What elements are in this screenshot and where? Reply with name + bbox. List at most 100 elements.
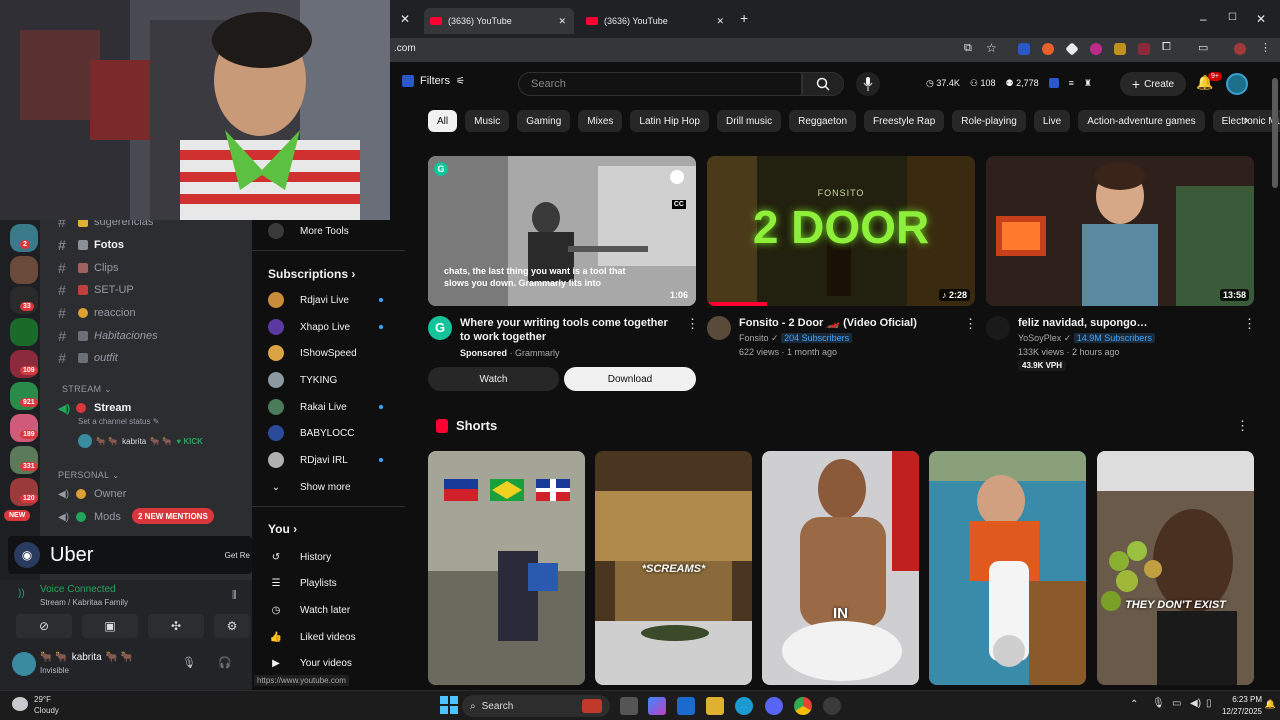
menu-dots-icon[interactable]: ⋮ [1236, 418, 1249, 434]
profile-icon[interactable] [1234, 43, 1246, 55]
channel-habitaciones[interactable]: # Habitaciones [58, 326, 248, 346]
close-tab-icon[interactable]: ✕ [400, 12, 410, 26]
menu-dots-icon[interactable]: ⋮ [1243, 316, 1256, 332]
file-explorer-icon[interactable] [706, 697, 724, 715]
voice-channel-owner[interactable]: ◀) Owner [58, 484, 248, 504]
chip-latin-hip-hop[interactable]: Latin Hip Hop [630, 110, 709, 132]
subscription-item[interactable]: Xhapo Live [268, 316, 403, 338]
menu-dots-icon[interactable]: ⋮ [964, 316, 977, 332]
extension-icon[interactable] [1114, 43, 1126, 55]
menu-dots-icon[interactable]: ⋮ [686, 316, 699, 332]
weather-widget[interactable]: 29°F Cloudy [34, 694, 59, 716]
extension-icon[interactable] [1042, 43, 1054, 55]
chevron-right-icon[interactable]: › [1244, 112, 1248, 127]
notification-bell-icon[interactable]: 🔔 [1265, 699, 1276, 710]
subscription-item[interactable]: IShowSpeed [268, 342, 403, 364]
subscription-item[interactable]: RDjavi IRL [268, 449, 403, 471]
sidebar-item-more-tools[interactable]: More Tools [268, 220, 403, 242]
channel-setup[interactable]: # SET-UP [58, 280, 248, 300]
minimize-button[interactable]: – [1200, 12, 1207, 26]
channel-clips[interactable]: # Clips [58, 258, 248, 278]
video-title[interactable]: feliz navidad, supongo… [1018, 316, 1238, 330]
menu-dots-icon[interactable]: ⋮ [1260, 41, 1271, 54]
cc-badge[interactable]: CC [671, 200, 686, 209]
browser-tab[interactable]: (3636) YouTube ✕ [582, 8, 732, 34]
mute-icon[interactable] [670, 170, 684, 184]
battery-icon[interactable]: ▯ [1206, 698, 1212, 709]
sidebar-item-your-videos[interactable]: ▶ Your videos [268, 652, 403, 674]
search-input[interactable]: Search [518, 72, 802, 96]
short-card[interactable]: THEY DON'T EXIST [1097, 451, 1254, 685]
watch-button[interactable]: Watch [428, 367, 559, 391]
sidepanel-icon[interactable]: ▭ [1198, 41, 1208, 54]
subscription-item[interactable]: Rakai Live [268, 396, 403, 418]
channel-name[interactable]: YoSoyPlex [1018, 333, 1061, 343]
subscriptions-heading[interactable]: Subscriptions › [268, 267, 355, 281]
chip-music[interactable]: Music [465, 110, 510, 132]
category-stream[interactable]: STREAM ⌄ [62, 384, 112, 395]
task-view-icon[interactable] [620, 697, 638, 715]
sidebar-item-watch-later[interactable]: ◷ Watch later [268, 599, 403, 621]
chevron-up-icon[interactable]: ⌃ [1130, 699, 1138, 710]
user-name-row[interactable]: 🐂 🐂 kabrita 🐂 🐂 [40, 652, 133, 663]
channel-fotos[interactable]: # Fotos [58, 235, 248, 255]
discord-icon[interactable] [765, 697, 783, 715]
clock[interactable]: 6:23 PM 12/27/2025 [1222, 694, 1262, 718]
list-icon[interactable]: ≡ [1069, 78, 1074, 89]
scrollbar-thumb[interactable] [1272, 78, 1278, 188]
close-window-button[interactable]: ✕ [1256, 12, 1266, 26]
video-thumbnail[interactable]: 13:58 [986, 156, 1254, 306]
app-icon[interactable] [823, 697, 841, 715]
channel-avatar[interactable] [707, 316, 731, 340]
channel-reaccion[interactable]: # reaccion [58, 303, 248, 323]
voice-user[interactable]: 🐂 🐂 kabrita 🐂 🐂 ♥ KICK [78, 433, 203, 449]
short-card[interactable] [929, 451, 1086, 685]
mic-icon[interactable]: 🎙 [1152, 698, 1165, 709]
chip-reggaeton[interactable]: Reggaeton [789, 110, 857, 132]
url-text[interactable]: .com [394, 43, 416, 54]
settings-button[interactable]: ⚙ [214, 614, 250, 638]
browser-tab[interactable]: (3636) YouTube ✕ [424, 8, 574, 34]
uber-activity[interactable]: ◉ Uber Get Re [8, 536, 252, 574]
download-button[interactable]: Download [564, 367, 696, 391]
maximize-button[interactable]: ☐ [1228, 12, 1237, 23]
soundboard-icon[interactable]: ⫼ [232, 590, 237, 601]
new-mentions-badge[interactable]: 2 NEW MENTIONS [132, 508, 214, 524]
chip-freestyle-rap[interactable]: Freestyle Rap [864, 110, 945, 132]
chip-gaming[interactable]: Gaming [517, 110, 571, 132]
activities-button[interactable]: ✣ [148, 614, 204, 638]
extension-icon[interactable] [1090, 43, 1102, 55]
show-more-button[interactable]: ⌄ Show more [268, 476, 403, 498]
copilot-icon[interactable] [648, 697, 666, 715]
subscription-item[interactable]: BABYLOCC [268, 422, 403, 444]
headphones-icon[interactable]: 🎧 [218, 656, 232, 669]
channel-avatar[interactable]: G [428, 316, 452, 340]
video-thumbnail[interactable]: FONSITO 2 DOOR ♪ 2:28 [707, 156, 975, 306]
screenshare-button[interactable]: ▣ [82, 614, 138, 638]
voice-channel-stream[interactable]: ◀) Stream [58, 398, 248, 418]
volume-icon[interactable]: ◀) [1190, 698, 1201, 709]
server-icon[interactable] [10, 318, 38, 346]
avatar[interactable] [12, 652, 36, 676]
chip-role-playing[interactable]: Role-playing [952, 110, 1026, 132]
category-personal[interactable]: PERSONAL ⌄ [58, 470, 120, 481]
windows-start-icon[interactable] [440, 696, 458, 714]
chip-live[interactable]: Live [1033, 110, 1071, 132]
short-card[interactable] [428, 451, 585, 685]
close-tab-icon[interactable]: ✕ [558, 16, 566, 27]
channel-name[interactable]: Grammarly [515, 348, 560, 358]
address-bar[interactable]: .com ⧉ ☆ ⧠ ▭ ⋮ [390, 38, 1280, 62]
chip-drill-music[interactable]: Drill music [716, 110, 782, 132]
extension-icon[interactable] [1065, 42, 1079, 56]
channel-outfit[interactable]: # outfit [58, 348, 248, 368]
short-card[interactable]: IN [762, 451, 919, 685]
new-badge[interactable]: NEW [4, 510, 31, 521]
extension-icon[interactable] [1048, 78, 1059, 88]
chip-all[interactable]: All [428, 110, 458, 132]
extension-icon[interactable] [1018, 43, 1030, 55]
server-icon[interactable] [10, 256, 38, 284]
extension-icon[interactable] [1138, 43, 1150, 55]
edge-icon[interactable] [735, 697, 753, 715]
network-icon[interactable]: ▭ [1172, 698, 1181, 709]
video-title[interactable]: Fonsito - 2 Door 🏎️ (Video Oficial) [739, 316, 959, 330]
